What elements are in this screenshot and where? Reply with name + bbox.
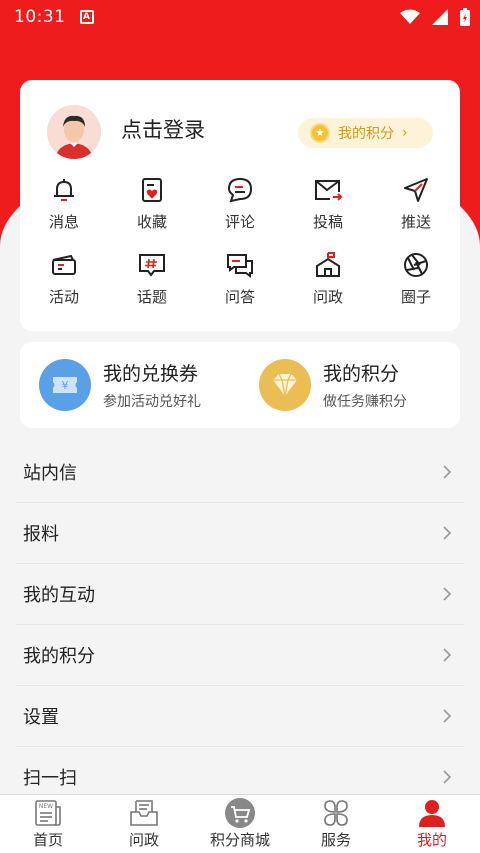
chevron-right-icon: [443, 770, 452, 784]
grid-item-label: 收藏: [136, 213, 167, 231]
chevron-right-icon: [443, 465, 452, 479]
send-icon: [401, 175, 431, 205]
login-button[interactable]: 点击登录: [121, 114, 205, 144]
chevron-right-icon: [443, 587, 452, 601]
tab-points-mall[interactable]: 积分商城: [192, 795, 288, 853]
government-icon: [313, 250, 343, 280]
status-bar: 10:31 A: [0, 0, 480, 34]
menu-item-label: 设置: [23, 707, 59, 728]
grid-item-activities[interactable]: 活动: [20, 250, 108, 307]
menu-item-label: 我的积分: [23, 646, 95, 667]
quick-grid: 消息 收藏 评论 投稿 推送 活动 话题 问答 问政 圈子: [20, 175, 460, 307]
my-vouchers-entry[interactable]: ¥ 我的兑换券 参加活动兑好礼: [20, 342, 240, 428]
grid-item-label: 圈子: [400, 288, 431, 306]
coin-icon: ★: [310, 123, 330, 143]
tab-label: 问政: [128, 831, 159, 849]
clover-icon: [319, 798, 353, 828]
tab-services[interactable]: 服务: [288, 795, 384, 853]
news-icon: NEW: [31, 798, 65, 828]
grid-item-label: 推送: [400, 213, 431, 231]
settings-list: 站内信 报料 我的互动 我的积分 设置 扫一扫: [16, 442, 464, 808]
voucher-card: ¥ 我的兑换券 参加活动兑好礼 我的积分 做任务赚积分: [20, 342, 460, 428]
status-time: 10:31: [14, 7, 66, 27]
menu-item-inbox[interactable]: 站内信: [16, 442, 464, 503]
diamond-icon: [259, 359, 311, 411]
mail-send-icon: [313, 175, 343, 205]
grid-item-circles[interactable]: 圈子: [372, 250, 460, 307]
person-icon: [415, 798, 449, 828]
menu-item-label: 报料: [23, 524, 59, 545]
grid-item-government[interactable]: 问政: [284, 250, 372, 307]
tab-mine[interactable]: 我的: [384, 795, 480, 853]
grid-item-favorites[interactable]: 收藏: [108, 175, 196, 232]
voucher-subtitle: 参加活动兑好礼: [103, 394, 201, 410]
battery-icon: [460, 8, 470, 26]
voucher-title: 我的积分: [323, 363, 400, 385]
tab-label: 服务: [320, 831, 351, 849]
grid-item-topics[interactable]: 话题: [108, 250, 196, 307]
grid-item-messages[interactable]: 消息: [20, 175, 108, 232]
grid-item-label: 投稿: [312, 213, 343, 231]
menu-item-label: 扫一扫: [23, 768, 77, 789]
aperture-icon: [401, 250, 431, 280]
signal-icon: [432, 9, 448, 25]
bottom-tab-bar: NEW 首页 问政 积分商城 服务 我的: [0, 794, 480, 853]
menu-item-interactions[interactable]: 我的互动: [16, 564, 464, 625]
wifi-icon: [400, 9, 420, 24]
menu-item-label: 我的互动: [23, 585, 95, 606]
chevron-right-icon: [443, 709, 452, 723]
my-points-entry[interactable]: 我的积分 做任务赚积分: [240, 342, 460, 428]
ticket-icon: [49, 250, 79, 280]
chevron-right-icon: [443, 526, 452, 540]
grid-item-label: 消息: [48, 213, 79, 231]
grid-item-label: 问政: [312, 288, 343, 306]
grid-item-label: 话题: [136, 288, 167, 306]
favorite-icon: [137, 175, 167, 205]
points-pill-label: 我的积分: [338, 126, 394, 142]
voucher-subtitle: 做任务赚积分: [323, 394, 407, 410]
bell-icon: [49, 175, 79, 205]
profile-card: 点击登录 ★ 我的积分 › 消息 收藏 评论 投稿 推送 活动 话题 问答 问政…: [20, 80, 460, 331]
menu-item-points[interactable]: 我的积分: [16, 625, 464, 686]
avatar[interactable]: [47, 105, 101, 159]
svg-text:¥: ¥: [62, 379, 69, 392]
menu-item-label: 站内信: [23, 463, 77, 484]
my-points-pill[interactable]: ★ 我的积分 ›: [298, 118, 433, 148]
hashtag-icon: [137, 250, 167, 280]
notification-badge-icon: A: [79, 10, 94, 24]
qa-icon: [225, 250, 255, 280]
menu-item-tips[interactable]: 报料: [16, 503, 464, 564]
svg-text:NEW: NEW: [39, 803, 53, 810]
grid-item-push[interactable]: 推送: [372, 175, 460, 232]
inbox-icon: [127, 798, 161, 828]
chevron-right-icon: ›: [402, 125, 408, 141]
grid-item-qa[interactable]: 问答: [196, 250, 284, 307]
grid-item-label: 活动: [48, 288, 79, 306]
cart-icon: [223, 798, 257, 828]
tab-label: 积分商城: [209, 831, 270, 849]
comment-icon: [225, 175, 255, 205]
voucher-title: 我的兑换券: [103, 363, 199, 385]
tab-home[interactable]: NEW 首页: [0, 795, 96, 853]
tab-government[interactable]: 问政: [96, 795, 192, 853]
grid-item-label: 评论: [224, 213, 255, 231]
tab-label: 首页: [32, 831, 63, 849]
grid-item-label: 问答: [224, 288, 255, 306]
grid-item-submit[interactable]: 投稿: [284, 175, 372, 232]
chevron-right-icon: [443, 648, 452, 662]
grid-item-comments[interactable]: 评论: [196, 175, 284, 232]
menu-item-settings[interactable]: 设置: [16, 686, 464, 747]
yen-ticket-icon: ¥: [39, 359, 91, 411]
tab-label: 我的: [416, 831, 447, 849]
